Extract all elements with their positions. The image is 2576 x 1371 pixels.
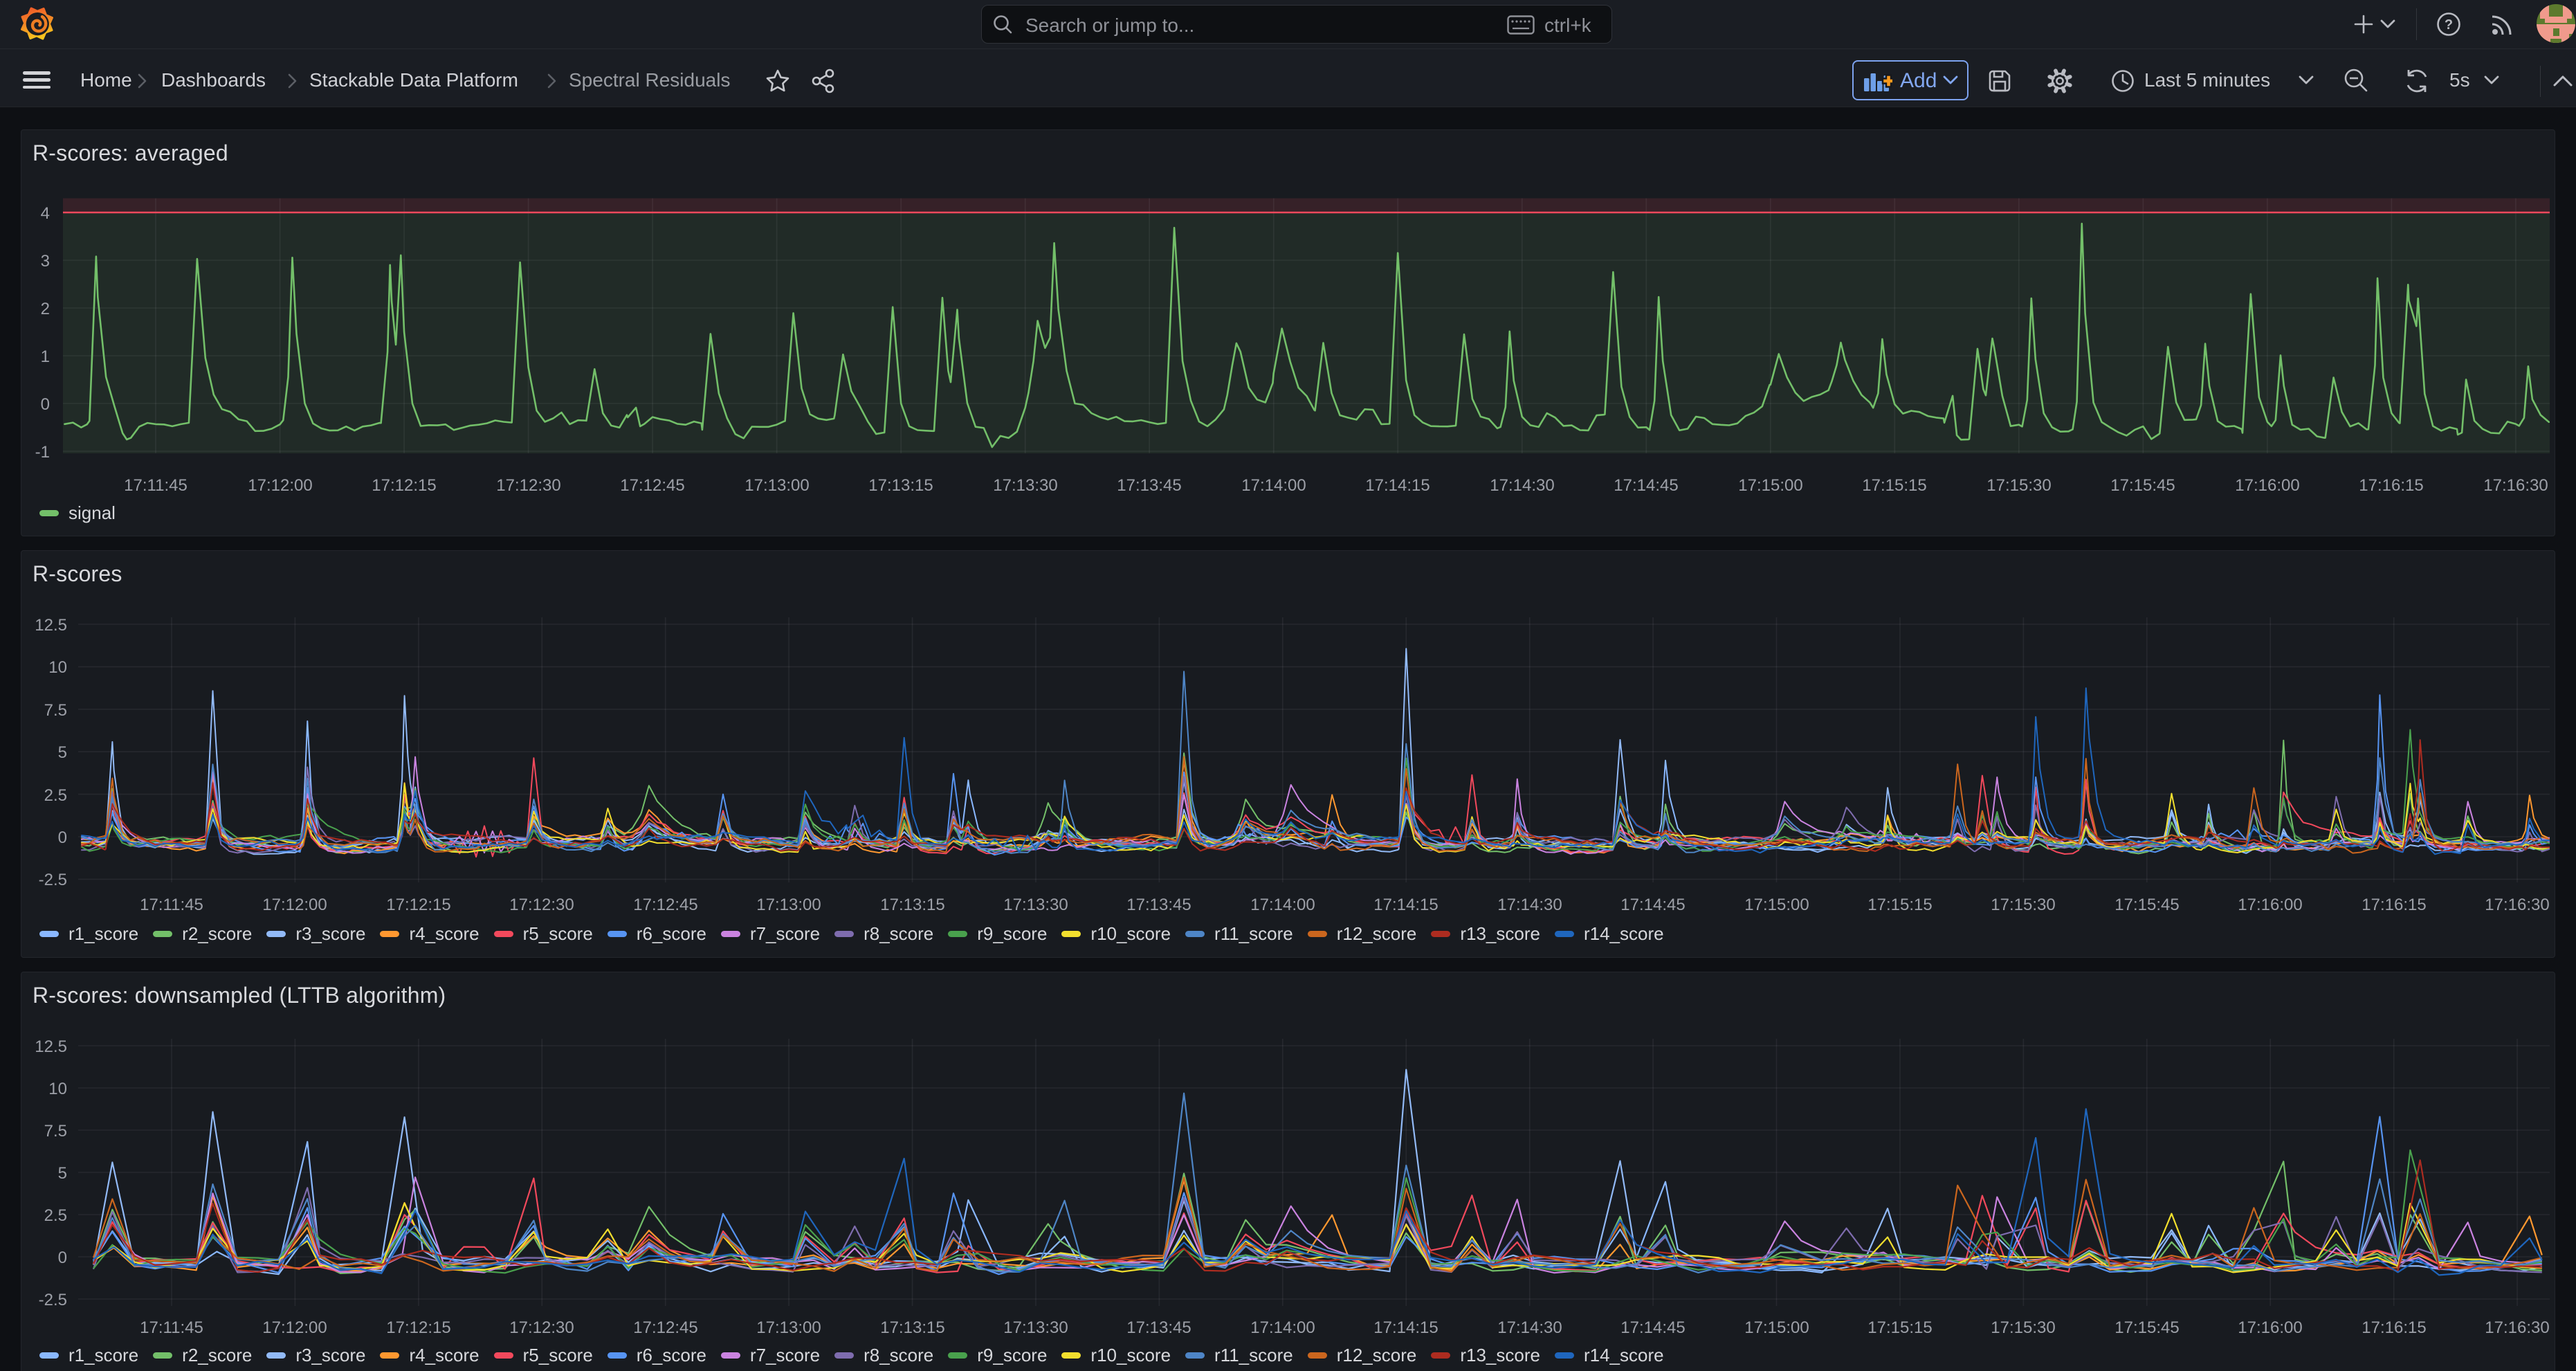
svg-text:17:12:30: 17:12:30 [496, 476, 560, 495]
svg-text:17:13:30: 17:13:30 [1003, 1318, 1068, 1337]
svg-text:17:14:30: 17:14:30 [1497, 1318, 1562, 1337]
svg-text:17:16:00: 17:16:00 [2238, 896, 2302, 914]
svg-text:17:16:30: 17:16:30 [2485, 896, 2549, 914]
svg-text:17:15:30: 17:15:30 [1986, 476, 2051, 495]
svg-text:5: 5 [58, 1164, 67, 1183]
svg-text:17:11:45: 17:11:45 [124, 476, 188, 495]
svg-text:17:12:45: 17:12:45 [620, 476, 684, 495]
svg-text:17:13:30: 17:13:30 [993, 476, 1057, 495]
svg-text:17:15:15: 17:15:15 [1867, 896, 1932, 914]
svg-text:17:16:00: 17:16:00 [2238, 1318, 2302, 1337]
svg-text:10: 10 [48, 1080, 67, 1098]
svg-text:2.5: 2.5 [44, 786, 67, 805]
svg-text:2.5: 2.5 [44, 1206, 67, 1225]
svg-text:17:15:00: 17:15:00 [1744, 1318, 1809, 1337]
svg-text:17:13:15: 17:13:15 [880, 896, 944, 914]
svg-text:7.5: 7.5 [44, 701, 67, 720]
svg-text:17:14:30: 17:14:30 [1497, 896, 1562, 914]
svg-text:17:12:15: 17:12:15 [386, 896, 450, 914]
svg-text:17:12:30: 17:12:30 [509, 896, 574, 914]
svg-text:17:13:00: 17:13:00 [756, 896, 821, 914]
svg-text:-2.5: -2.5 [39, 871, 67, 889]
svg-text:17:14:45: 17:14:45 [1620, 1318, 1685, 1337]
svg-text:17:16:15: 17:16:15 [2359, 476, 2423, 495]
svg-text:17:16:00: 17:16:00 [2235, 476, 2299, 495]
svg-text:17:13:45: 17:13:45 [1117, 476, 1181, 495]
svg-text:17:12:00: 17:12:00 [248, 476, 312, 495]
svg-text:17:14:15: 17:14:15 [1373, 896, 1438, 914]
svg-text:17:15:45: 17:15:45 [2114, 896, 2179, 914]
svg-text:17:14:00: 17:14:00 [1250, 1318, 1315, 1337]
svg-text:17:15:30: 17:15:30 [1991, 896, 2055, 914]
svg-text:17:14:00: 17:14:00 [1241, 476, 1306, 495]
svg-text:17:14:15: 17:14:15 [1373, 1318, 1438, 1337]
svg-text:5: 5 [58, 743, 67, 762]
svg-text:17:12:45: 17:12:45 [633, 896, 697, 914]
svg-text:17:15:00: 17:15:00 [1744, 896, 1809, 914]
svg-text:17:15:15: 17:15:15 [1867, 1318, 1932, 1337]
svg-text:17:13:45: 17:13:45 [1126, 896, 1191, 914]
svg-text:0: 0 [58, 828, 67, 847]
svg-text:3: 3 [41, 252, 50, 271]
svg-text:10: 10 [48, 658, 67, 677]
svg-text:12.5: 12.5 [35, 1037, 67, 1056]
svg-text:17:15:45: 17:15:45 [2114, 1318, 2179, 1337]
svg-text:17:12:30: 17:12:30 [509, 1318, 574, 1337]
svg-text:17:15:15: 17:15:15 [1862, 476, 1926, 495]
svg-text:17:16:15: 17:16:15 [2362, 896, 2426, 914]
svg-text:17:16:15: 17:16:15 [2362, 1318, 2426, 1337]
svg-text:17:14:45: 17:14:45 [1620, 896, 1685, 914]
svg-text:17:12:45: 17:12:45 [633, 1318, 697, 1337]
svg-text:2: 2 [41, 300, 50, 318]
svg-text:17:12:15: 17:12:15 [386, 1318, 450, 1337]
svg-text:17:16:30: 17:16:30 [2483, 476, 2548, 495]
svg-text:17:14:00: 17:14:00 [1250, 896, 1315, 914]
svg-text:17:13:00: 17:13:00 [745, 476, 809, 495]
svg-text:17:14:45: 17:14:45 [1614, 476, 1678, 495]
svg-text:17:11:45: 17:11:45 [140, 1318, 203, 1337]
svg-text:17:13:15: 17:13:15 [880, 1318, 944, 1337]
svg-text:17:13:15: 17:13:15 [868, 476, 933, 495]
svg-text:-2.5: -2.5 [39, 1291, 67, 1309]
svg-text:17:11:45: 17:11:45 [140, 896, 203, 914]
svg-text:17:13:45: 17:13:45 [1126, 1318, 1191, 1337]
svg-text:17:12:00: 17:12:00 [262, 896, 327, 914]
svg-text:1: 1 [41, 347, 50, 366]
svg-text:17:15:00: 17:15:00 [1738, 476, 1802, 495]
svg-text:12.5: 12.5 [35, 616, 67, 635]
svg-text:17:15:30: 17:15:30 [1991, 1318, 2055, 1337]
svg-text:0: 0 [41, 395, 50, 414]
svg-text:17:14:15: 17:14:15 [1365, 476, 1429, 495]
svg-text:-1: -1 [35, 443, 50, 462]
svg-text:17:12:00: 17:12:00 [262, 1318, 327, 1337]
svg-text:17:13:30: 17:13:30 [1003, 896, 1068, 914]
svg-text:17:15:45: 17:15:45 [2110, 476, 2175, 495]
svg-text:4: 4 [41, 204, 50, 223]
svg-text:17:16:30: 17:16:30 [2485, 1318, 2549, 1337]
svg-text:7.5: 7.5 [44, 1122, 67, 1141]
svg-text:17:13:00: 17:13:00 [756, 1318, 821, 1337]
svg-text:17:12:15: 17:12:15 [372, 476, 436, 495]
svg-text:17:14:30: 17:14:30 [1490, 476, 1554, 495]
svg-text:?: ? [2445, 17, 2453, 33]
svg-text:0: 0 [58, 1249, 67, 1267]
